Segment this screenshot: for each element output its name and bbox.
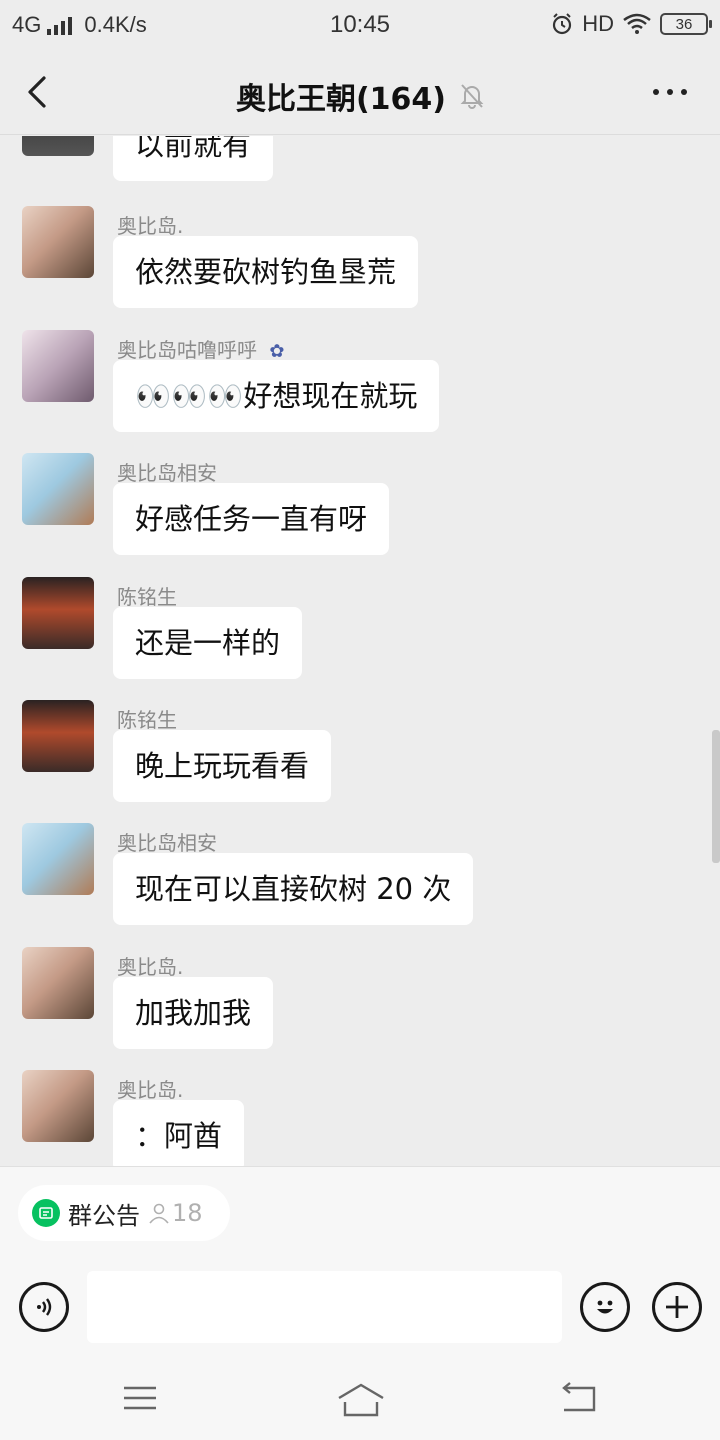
chat-header: 奥比王朝(164) bbox=[0, 50, 720, 135]
battery-level: 36 bbox=[675, 15, 693, 33]
status-bar: 4G 0.4K/s 10:45 HD 36 bbox=[0, 0, 720, 50]
message-bubble[interactable]: 现在可以直接砍树 20 次 bbox=[113, 853, 474, 925]
sender-name: 奥比岛. bbox=[117, 1078, 184, 1102]
add-more-button[interactable] bbox=[652, 1282, 702, 1332]
notice-icon bbox=[32, 1199, 60, 1227]
chat-title: 奥比王朝(164) bbox=[235, 82, 447, 117]
more-dots-icon[interactable] bbox=[650, 80, 690, 104]
voice-button[interactable] bbox=[19, 1282, 69, 1332]
avatar[interactable] bbox=[22, 453, 94, 525]
sender-name: 陈铭生 bbox=[117, 708, 177, 732]
hd-indicator: HD bbox=[582, 11, 614, 36]
message-bubble[interactable]: 👀👀👀好想现在就玩 bbox=[113, 360, 440, 432]
back-nav-icon[interactable] bbox=[558, 1382, 598, 1416]
home-icon[interactable] bbox=[336, 1382, 386, 1418]
message-bubble[interactable]: 好感任务一直有呀 bbox=[113, 483, 390, 555]
group-notice-chip[interactable]: 群公告 18 bbox=[18, 1185, 230, 1241]
sender-name: 奥比岛咕噜呼呼 ✿ bbox=[117, 334, 284, 363]
message-bubble[interactable]: 以前就有 bbox=[113, 136, 274, 181]
sender-name: 奥比岛. bbox=[117, 214, 184, 238]
scroll-indicator[interactable] bbox=[712, 730, 720, 863]
bell-muted-icon bbox=[460, 84, 484, 109]
message-input[interactable] bbox=[87, 1271, 562, 1343]
alarm-icon bbox=[553, 13, 572, 35]
sender-name: 陈铭生 bbox=[117, 585, 177, 609]
message-bubble[interactable]: 还是一样的 bbox=[113, 607, 303, 679]
smiley-icon bbox=[597, 1300, 613, 1314]
menu-icon[interactable] bbox=[122, 1382, 158, 1414]
avatar[interactable] bbox=[22, 577, 94, 649]
plus-icon bbox=[666, 1296, 688, 1318]
chat-message-list[interactable]: 以前就有 奥比岛. 依然要砍树钓鱼垦荒 奥比岛咕噜呼呼 ✿ 👀👀👀好想现在就玩 … bbox=[0, 136, 720, 1166]
group-notice-label: 群公告 bbox=[68, 1201, 140, 1230]
wifi-icon bbox=[623, 13, 651, 34]
message-bubble[interactable]: 加我加我 bbox=[113, 977, 274, 1049]
voice-icon bbox=[37, 1298, 52, 1316]
avatar[interactable] bbox=[22, 206, 94, 278]
message-bubble[interactable]: 依然要砍树钓鱼垦荒 bbox=[113, 236, 419, 308]
avatar[interactable] bbox=[22, 700, 94, 772]
sender-name: 奥比岛相安 bbox=[117, 461, 217, 485]
avatar[interactable] bbox=[22, 1070, 94, 1142]
sender-name: 奥比岛. bbox=[117, 955, 184, 979]
battery-icon: 36 bbox=[660, 13, 712, 35]
avatar[interactable] bbox=[22, 136, 94, 156]
person-icon bbox=[149, 1203, 169, 1224]
emoji-button[interactable] bbox=[580, 1282, 630, 1332]
notice-count-value: 18 bbox=[172, 1199, 203, 1227]
message-bubble[interactable]: 晚上玩玩看看 bbox=[113, 730, 332, 802]
message-bubble[interactable]: ：阿酋 bbox=[113, 1100, 245, 1166]
avatar[interactable] bbox=[22, 823, 94, 895]
system-nav-bar bbox=[0, 1366, 720, 1440]
avatar[interactable] bbox=[22, 330, 94, 402]
badge-icon: ✿ bbox=[269, 341, 285, 362]
sender-name-text: 奥比岛咕噜呼呼 bbox=[117, 338, 257, 362]
notice-count: 18 bbox=[148, 1199, 203, 1227]
sender-name: 奥比岛相安 bbox=[117, 831, 217, 855]
avatar[interactable] bbox=[22, 947, 94, 1019]
